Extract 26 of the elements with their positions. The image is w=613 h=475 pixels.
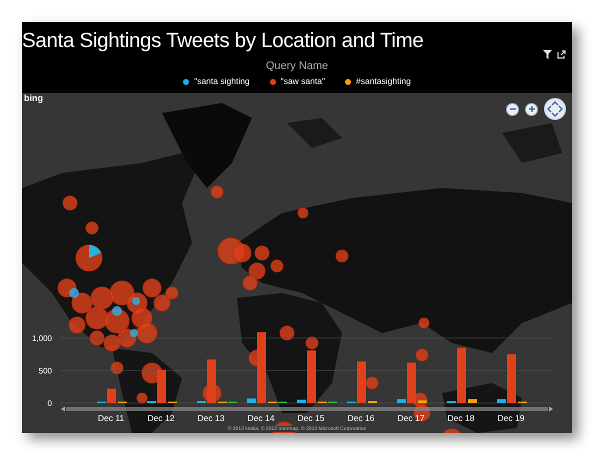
legend-label: "santa sighting <box>194 76 250 87</box>
map-logo: bing <box>24 93 43 103</box>
x-axis-label: Dec 19 <box>498 413 524 423</box>
x-axis-label: Dec 14 <box>248 413 274 423</box>
bar <box>418 400 427 403</box>
x-axis-label: Dec 18 <box>448 413 474 423</box>
x-axis-label: Dec 16 <box>348 413 374 423</box>
legend-title: Query Name <box>266 60 328 73</box>
x-axis-label: Dec 12 <box>148 413 174 423</box>
pop-out-icon[interactable] <box>557 50 566 59</box>
y-axis-label: 0 <box>48 399 52 408</box>
pan-arrows-icon <box>547 101 563 117</box>
x-axis-label: Dec 15 <box>298 413 324 423</box>
y-axis-label: 1,000 <box>32 334 52 343</box>
legend-label: #santasighting <box>356 76 411 87</box>
minus-icon <box>508 105 516 113</box>
legend-label: "saw santa" <box>280 76 325 87</box>
filter-icon[interactable] <box>543 50 552 59</box>
plus-icon <box>528 105 536 113</box>
scroll-bar[interactable] <box>61 406 553 412</box>
y-axis-label: 500 <box>38 366 52 376</box>
x-axis-label: Dec 13 <box>198 413 224 423</box>
x-axis-label: Dec 11 <box>98 413 124 423</box>
x-axis-label: Dec 17 <box>398 413 424 423</box>
report-title: Santa Sightings Tweets by Location and Time <box>22 28 424 54</box>
bar <box>468 399 477 403</box>
